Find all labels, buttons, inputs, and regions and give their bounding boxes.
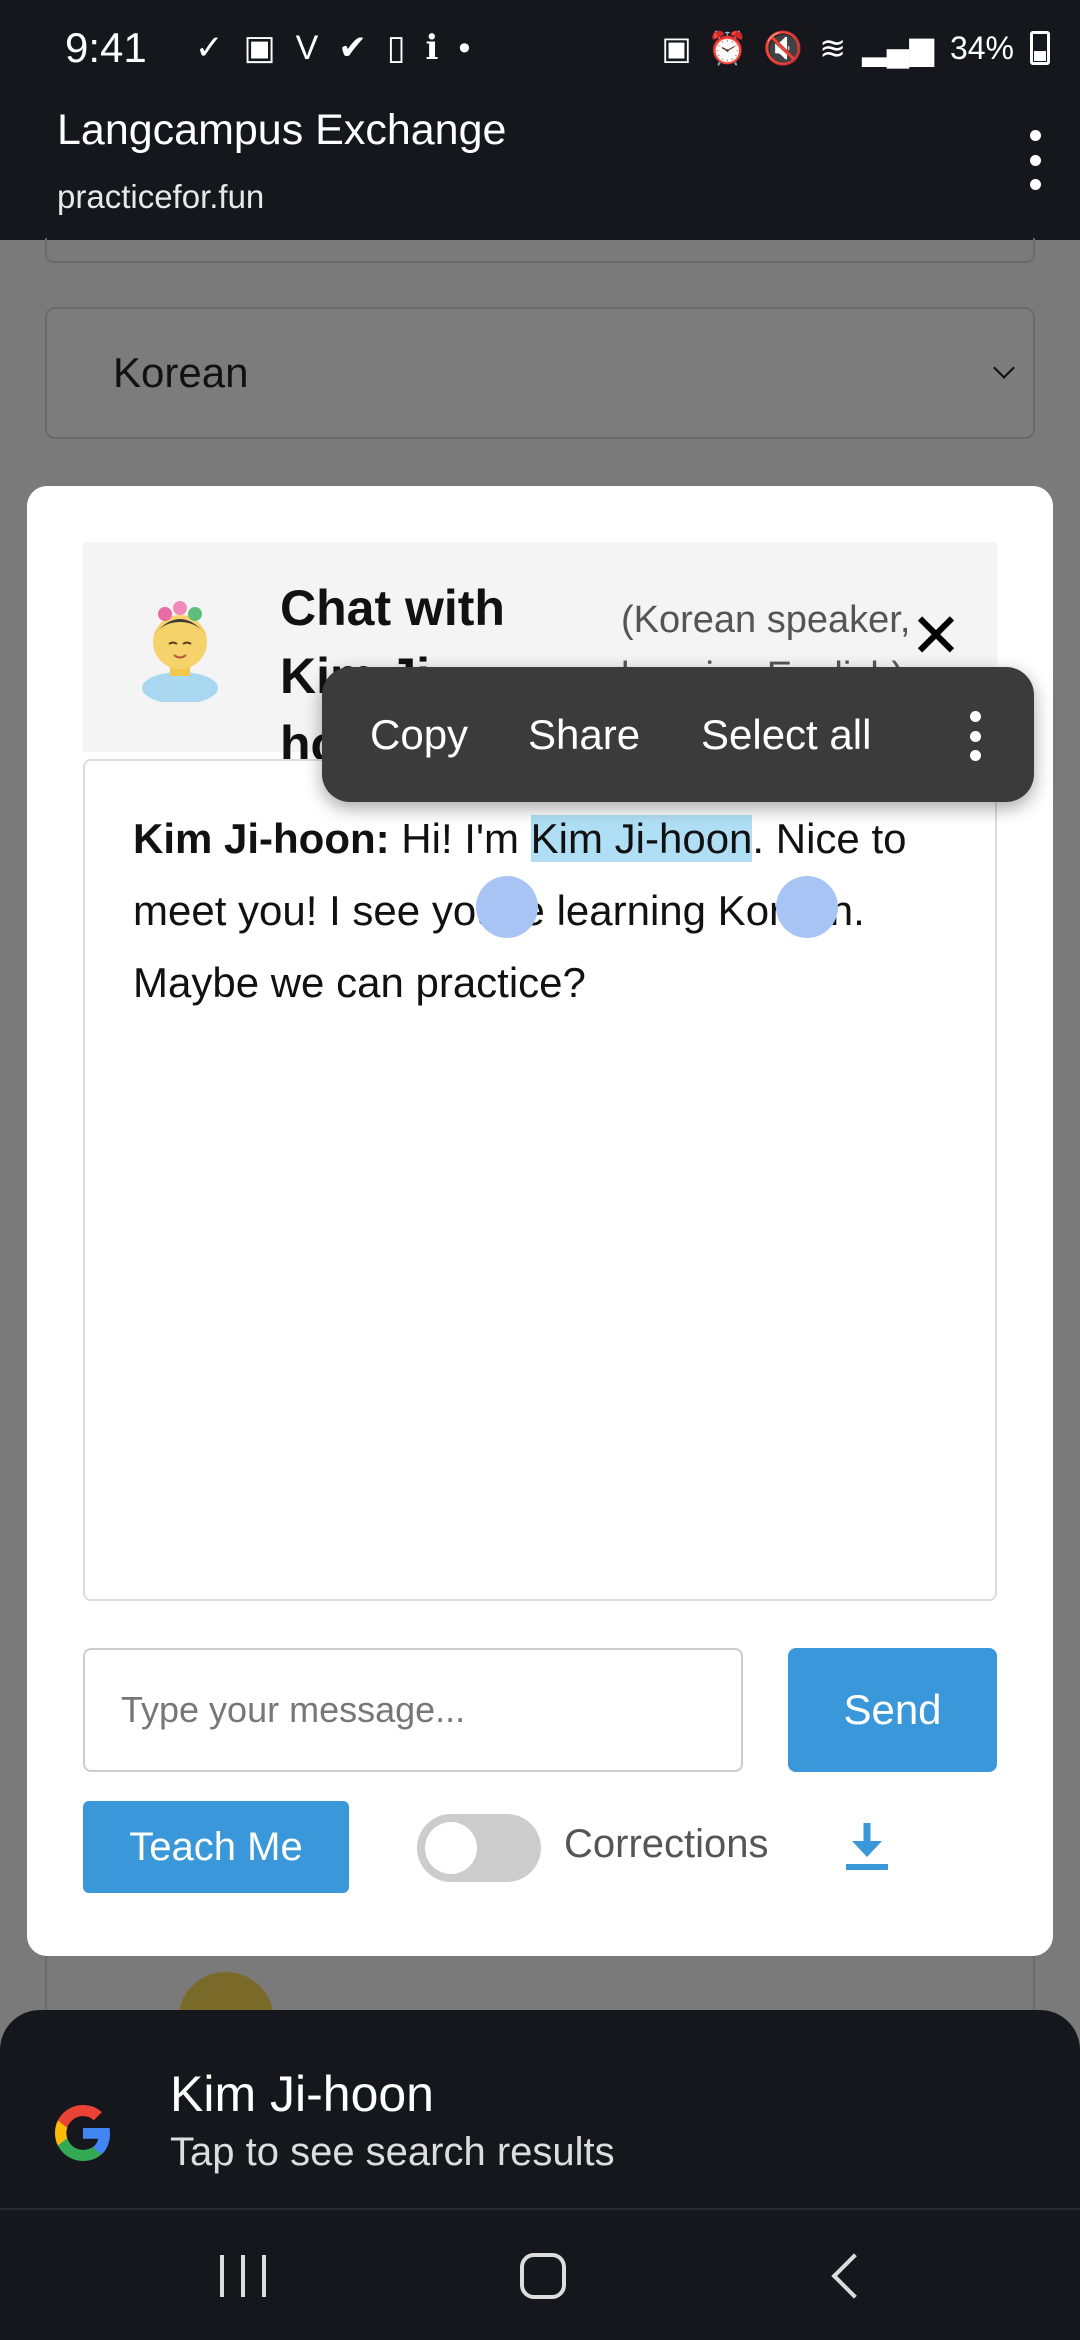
check-circle-icon: ✓: [195, 29, 224, 67]
close-button[interactable]: ✕: [910, 606, 962, 668]
selection-handle-start[interactable]: [476, 876, 538, 938]
corrections-toggle[interactable]: [417, 1814, 541, 1882]
alarm-icon: ⏰: [707, 30, 748, 66]
select-all-menu-item[interactable]: Select all: [701, 711, 871, 759]
more-options-icon[interactable]: [1020, 130, 1050, 190]
v-app-icon: V: [295, 29, 319, 67]
signal-icon: ▂▄▆: [862, 30, 934, 66]
battery-percent: 34%: [949, 30, 1014, 66]
chevron-down-icon: [993, 357, 1015, 379]
mute-icon: 🔇: [763, 30, 804, 66]
more-menu-icon[interactable]: [970, 711, 982, 761]
battery-icon: [1030, 31, 1050, 65]
verified-icon: ✔: [338, 29, 367, 67]
toggle-knob: [425, 1822, 477, 1874]
download-icon[interactable]: [842, 1819, 892, 1873]
navigation-bar: [0, 2208, 1080, 2340]
home-icon[interactable]: [520, 2253, 566, 2299]
message-sender: Kim Ji-hoon:: [133, 815, 390, 862]
wifi-icon: ≋: [819, 30, 847, 66]
chat-messages[interactable]: Kim Ji-hoon: Hi! I'm Kim Ji-hoon. Nice t…: [83, 759, 997, 1601]
language-select-value: Korean: [113, 349, 249, 396]
previous-field: [45, 238, 1035, 263]
selection-handle-end[interactable]: [776, 876, 838, 938]
more-dot-icon: •: [458, 29, 471, 67]
battery-saver-icon: ▣: [661, 30, 692, 66]
message-text: Hi! I'm: [389, 815, 531, 862]
search-title: Kim Ji-hoon: [170, 2066, 434, 2122]
send-button[interactable]: Send: [788, 1648, 997, 1772]
status-time: 9:41: [65, 24, 147, 71]
avatar: [142, 601, 218, 702]
phone-icon: ▯: [386, 29, 406, 67]
app-title: Langcampus Exchange: [57, 106, 507, 154]
app-notification-icon: ▣: [243, 29, 276, 67]
info-icon: ℹ: [425, 29, 439, 67]
chat-message[interactable]: Kim Ji-hoon: Hi! I'm Kim Ji-hoon. Nice t…: [133, 803, 963, 1019]
google-icon: [55, 2105, 110, 2161]
top-bar: 9:41 ✓ ▣ V ✔ ▯ ℹ • ▣ ⏰ 🔇 ≋ ▂▄▆ 34% Langc…: [0, 0, 1080, 240]
language-select[interactable]: Korean: [45, 307, 1035, 439]
message-input[interactable]: Type your message...: [83, 1648, 743, 1772]
search-subtitle: Tap to see search results: [170, 2130, 615, 2174]
notification-icons: ✓ ▣ V ✔ ▯ ℹ •: [195, 26, 470, 70]
back-icon[interactable]: [831, 2253, 877, 2299]
teach-me-button[interactable]: Teach Me: [83, 1801, 349, 1893]
share-menu-item[interactable]: Share: [528, 711, 640, 759]
text-context-menu: Copy Share Select all: [322, 667, 1034, 802]
status-bar: 9:41 ✓ ▣ V ✔ ▯ ℹ • ▣ ⏰ 🔇 ≋ ▂▄▆ 34%: [0, 0, 1080, 100]
copy-menu-item[interactable]: Copy: [370, 711, 468, 759]
system-icons: ▣ ⏰ 🔇 ≋ ▂▄▆ 34%: [661, 26, 1050, 70]
page-url[interactable]: practicefor.fun: [57, 178, 264, 216]
selected-text[interactable]: Kim Ji-hoon: [530, 815, 753, 862]
recents-icon[interactable]: [220, 2255, 266, 2297]
corrections-label: Corrections: [564, 1822, 769, 1866]
